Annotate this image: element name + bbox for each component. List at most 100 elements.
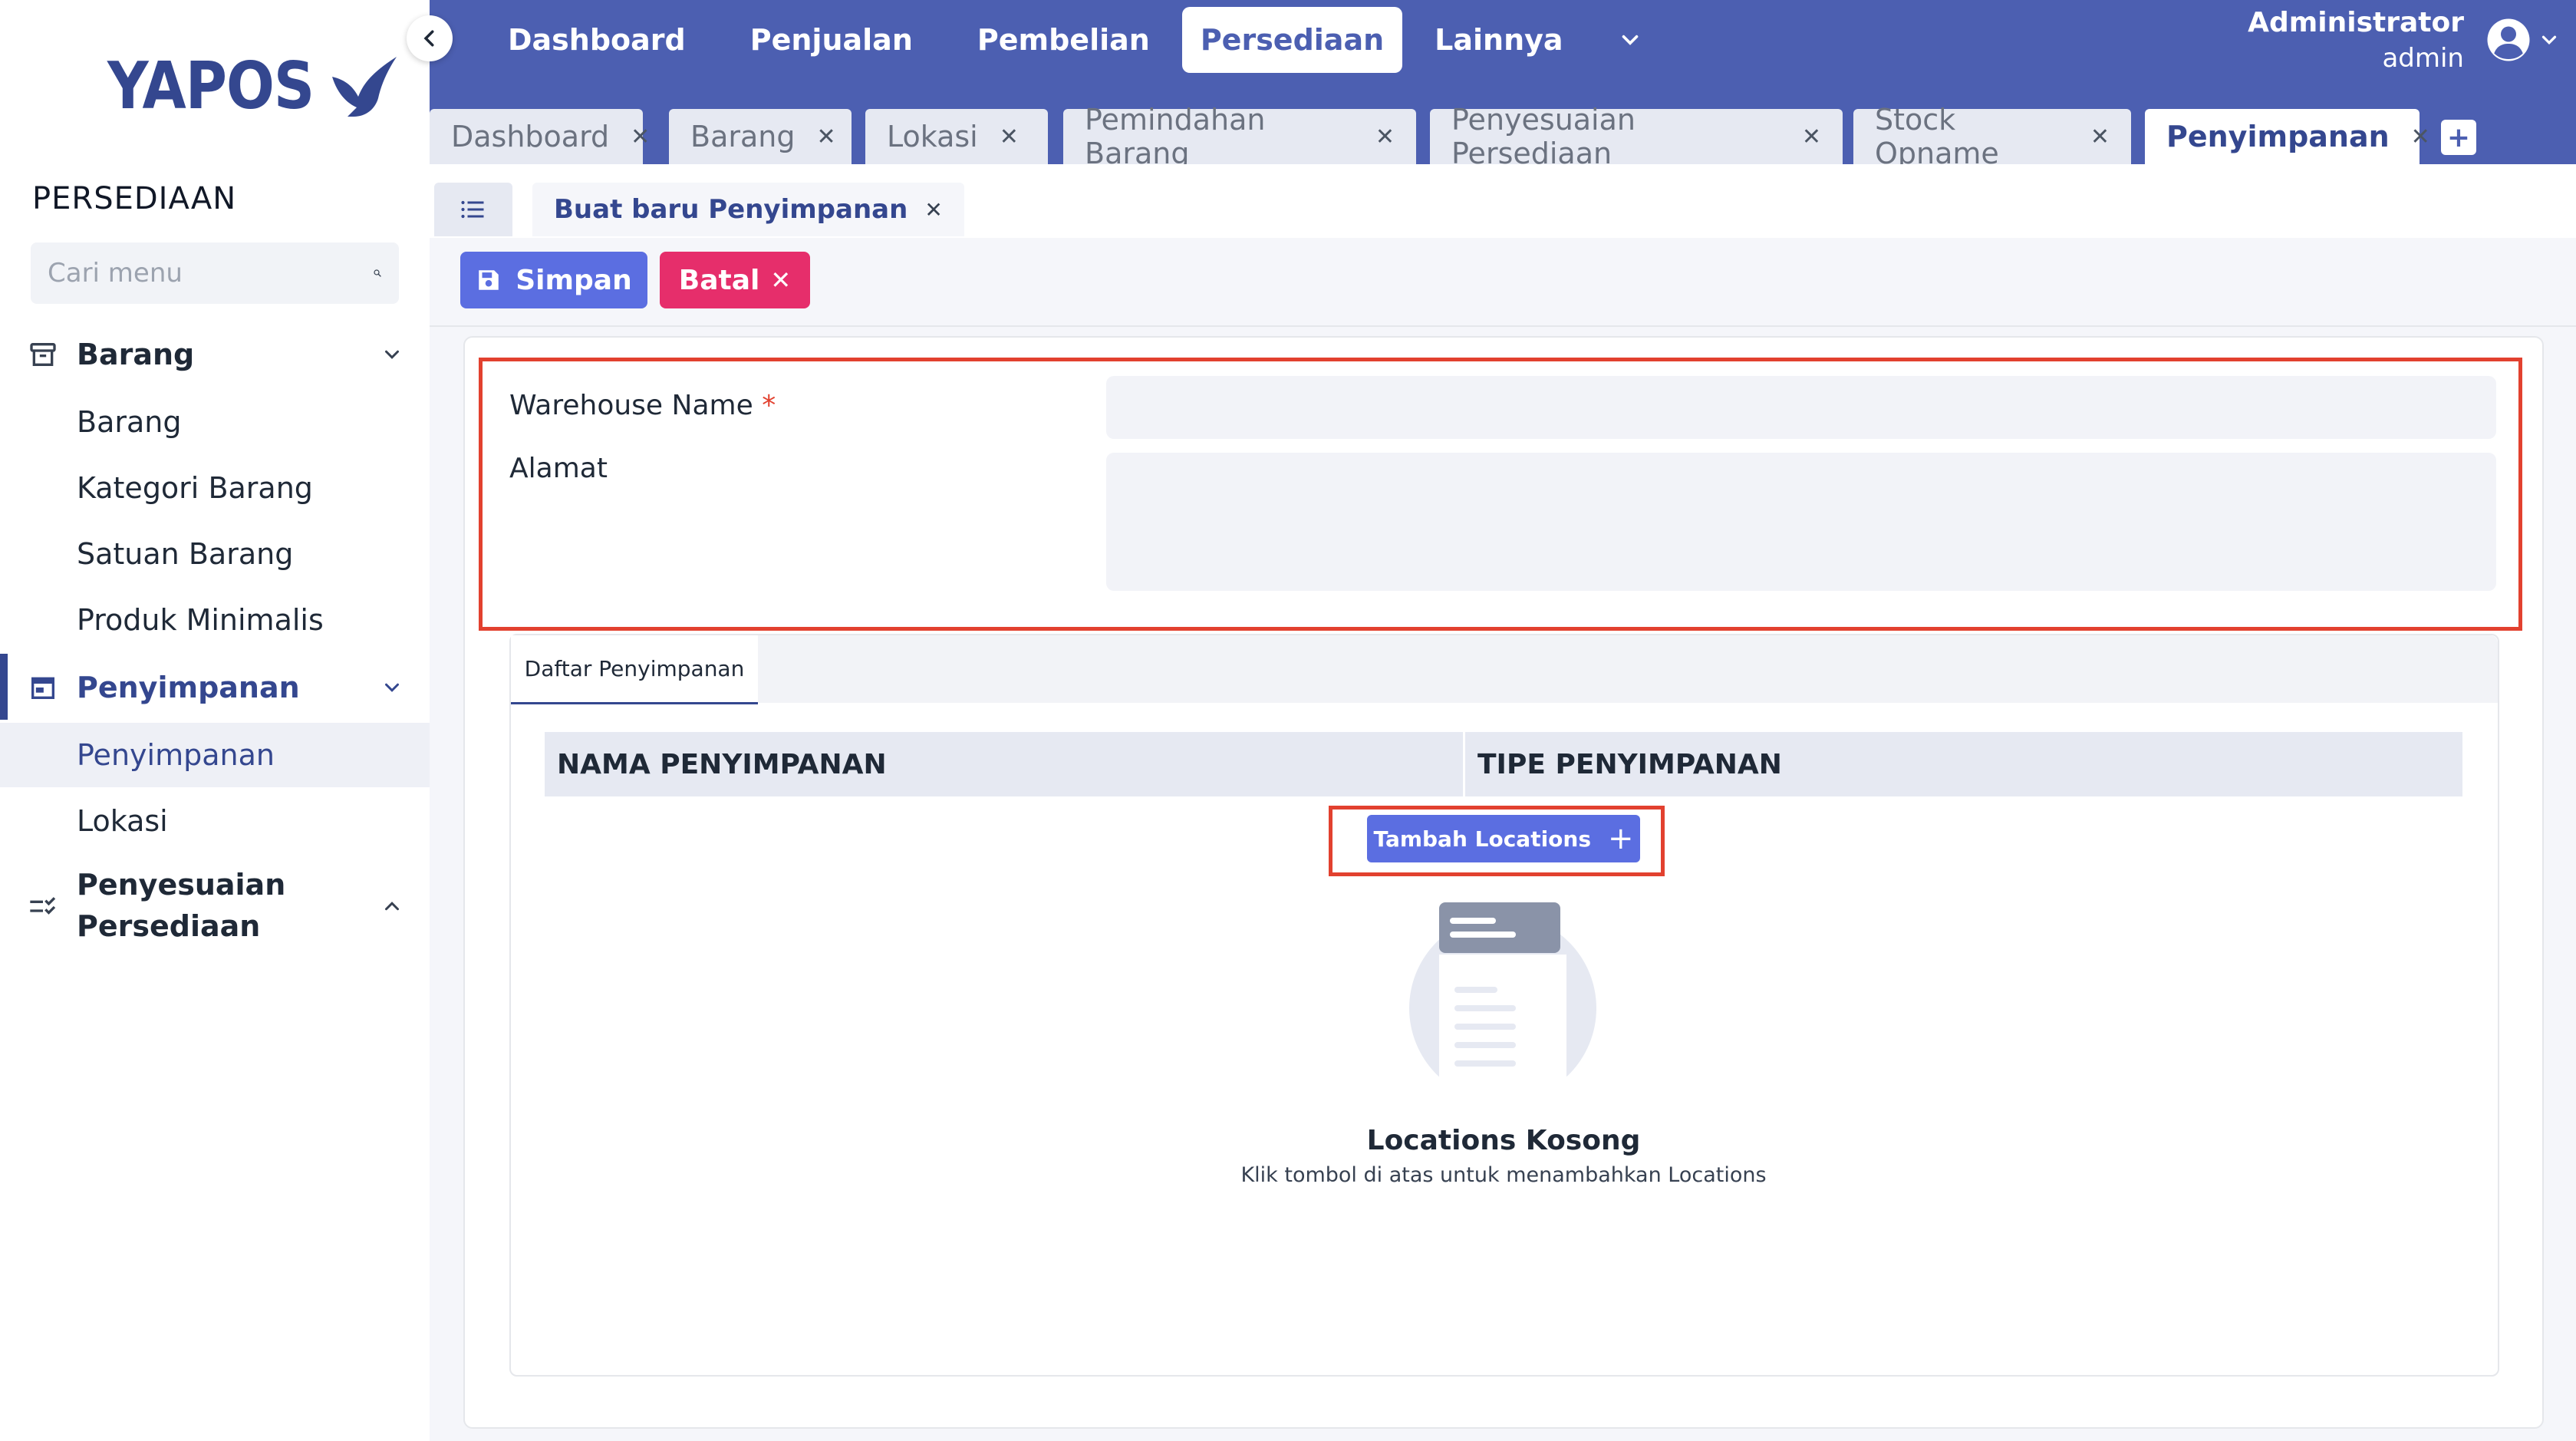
tab-label: Stock Opname — [1875, 103, 1999, 170]
empty-state-title: Locations Kosong — [1366, 1125, 1641, 1156]
chevron-down-icon — [1622, 35, 1638, 45]
sidebar-group-label: Barang — [77, 338, 195, 371]
tab-label: Penyesuaian Persediaan — [1451, 103, 1636, 170]
top-menu-dashboard[interactable]: Dashboard — [476, 7, 718, 73]
top-navbar: Dashboard Penjualan Pembelian Persediaan… — [430, 0, 2576, 87]
tab-penyesuaian-persediaan[interactable]: Penyesuaian Persediaan ✕ — [1430, 103, 1843, 170]
tab-close-icon[interactable]: ✕ — [2411, 124, 2430, 150]
tab-label: Penyimpanan — [2166, 120, 2390, 153]
top-menu-penjualan[interactable]: Penjualan — [718, 7, 945, 73]
top-menu-pembelian[interactable]: Pembelian — [945, 7, 1182, 73]
list-icon — [461, 200, 484, 219]
warehouse-name-label-text: Warehouse Name — [509, 390, 753, 421]
chevron-down-icon[interactable] — [2538, 28, 2561, 51]
chevron-up-icon — [385, 902, 399, 911]
top-menu-lainnya[interactable]: Lainnya — [1402, 7, 1595, 73]
tab-close-icon[interactable]: ✕ — [1375, 124, 1395, 150]
sidebar-item-label: Produk Minimalis — [77, 603, 324, 637]
save-icon — [479, 270, 499, 290]
user-info: Administrator admin — [2248, 5, 2464, 75]
section-title: PERSEDIAAN — [32, 181, 237, 216]
sub-tab-label: Buat baru Penyimpanan — [554, 194, 908, 225]
list-view-button[interactable] — [434, 183, 512, 236]
sub-tab-close-icon[interactable]: ✕ — [924, 197, 942, 223]
sidebar-group-penyesuaian-persediaan[interactable]: Penyesuaian Persediaan — [0, 861, 430, 953]
tab-close-icon[interactable]: ✕ — [2090, 124, 2110, 150]
tab-barang[interactable]: Barang ✕ — [669, 109, 852, 164]
sidebar-item-produk-minimalis[interactable]: Produk Minimalis — [0, 588, 430, 652]
sidebar-item-label: Lokasi — [77, 804, 168, 838]
tab-close-icon[interactable]: ✕ — [1802, 124, 1821, 150]
sidebar-item-label: Penyimpanan — [77, 738, 275, 772]
store-icon — [31, 677, 54, 699]
checklist-icon — [30, 897, 56, 915]
tab-label: Barang — [690, 120, 796, 153]
cancel-button-label: Batal — [678, 264, 760, 296]
sidebar-item-kategori-barang[interactable]: Kategori Barang — [0, 456, 430, 520]
add-locations-button[interactable]: Tambah Locations + — [1367, 815, 1640, 862]
locations-tab-bar — [511, 635, 2498, 703]
user-name: Administrator — [2248, 7, 2464, 38]
tab-close-icon[interactable]: ✕ — [1000, 124, 1019, 150]
sidebar-item-lokasi[interactable]: Lokasi — [0, 789, 430, 853]
sidebar-group-label-line1: Penyesuaian — [77, 868, 286, 902]
tab-dashboard[interactable]: Dashboard ✕ — [430, 109, 650, 164]
column-header-nama: NAMA PENYIMPANAN — [545, 732, 1465, 796]
user-menu[interactable]: Administrator admin — [2248, 0, 2576, 80]
sidebar-group-label-line2: Persediaan — [77, 909, 261, 943]
archive-icon — [30, 343, 56, 366]
sidebar-item-label: Barang — [77, 405, 182, 439]
document-tabs: Dashboard ✕ Barang ✕ Lokasi ✕ Pemindahan… — [430, 87, 2576, 170]
tab-lokasi[interactable]: Lokasi ✕ — [865, 109, 1048, 164]
address-input[interactable] — [1106, 453, 2496, 591]
sidebar: YAPOS PERSEDIAAN Barang Barang Kategori … — [0, 0, 430, 1441]
tab-pemindahan-barang[interactable]: Pemindahan Barang ✕ — [1063, 103, 1416, 170]
empty-document-icon — [1409, 902, 1596, 1087]
save-button[interactable]: Simpan — [460, 252, 647, 308]
search-icon[interactable] — [373, 262, 382, 285]
tab-close-icon[interactable]: ✕ — [816, 124, 835, 150]
user-avatar-icon[interactable] — [2485, 17, 2532, 63]
user-role: admin — [2382, 43, 2464, 74]
warehouse-name-input[interactable] — [1106, 376, 2496, 439]
add-tab-button[interactable]: + — [2441, 120, 2476, 155]
sidebar-group-barang[interactable]: Barang — [0, 324, 430, 385]
column-header-tipe: TIPE PENYIMPANAN — [1477, 748, 1782, 780]
sidebar-item-label: Satuan Barang — [77, 537, 294, 571]
warehouse-name-label: Warehouse Name * — [509, 390, 776, 421]
cancel-button[interactable]: Batal ✕ — [660, 252, 810, 308]
bird-logo-icon — [332, 57, 397, 117]
menu-search — [31, 242, 399, 304]
sidebar-group-penyimpanan[interactable]: Penyimpanan — [0, 657, 430, 718]
logo-text: YAPOS — [107, 48, 315, 124]
top-menu: Dashboard Penjualan Pembelian Persediaan… — [476, 0, 1665, 80]
empty-state-subtitle: Klik tombol di atas untuk menambahkan Lo… — [1240, 1163, 1767, 1187]
menu-search-input[interactable] — [48, 258, 373, 289]
more-menu-button[interactable] — [1596, 7, 1665, 73]
sidebar-item-barang[interactable]: Barang — [0, 390, 430, 454]
tab-label: Lokasi — [887, 120, 978, 153]
chevron-down-icon — [385, 350, 399, 359]
sub-tab-create-penyimpanan[interactable]: Buat baru Penyimpanan ✕ — [532, 183, 964, 236]
collapse-sidebar-button[interactable] — [407, 15, 453, 61]
add-locations-label: Tambah Locations — [1373, 826, 1592, 852]
app-logo[interactable]: YAPOS — [107, 48, 400, 124]
tab-stock-opname[interactable]: Stock Opname ✕ — [1853, 103, 2131, 170]
tab-daftar-penyimpanan[interactable]: Daftar Penyimpanan — [511, 635, 758, 704]
close-icon: ✕ — [770, 265, 792, 295]
sidebar-item-label: Kategori Barang — [77, 471, 313, 505]
tab-penyimpanan[interactable]: Penyimpanan ✕ — [2145, 109, 2430, 164]
top-menu-persediaan[interactable]: Persediaan — [1181, 7, 1403, 73]
sidebar-item-penyimpanan[interactable]: Penyimpanan — [0, 723, 430, 787]
tab-label: Pemindahan Barang — [1085, 103, 1266, 170]
tab-label: Dashboard — [451, 120, 610, 153]
save-button-label: Simpan — [516, 264, 632, 296]
chevron-left-icon — [423, 30, 434, 47]
sidebar-item-satuan-barang[interactable]: Satuan Barang — [0, 522, 430, 586]
tab-close-icon[interactable]: ✕ — [631, 124, 650, 150]
sidebar-group-label: Penyimpanan — [77, 671, 300, 704]
required-mark: * — [762, 390, 776, 421]
plus-icon: + — [1608, 821, 1634, 856]
sidebar-group-label: Penyesuaian Persediaan — [77, 864, 285, 947]
address-label: Alamat — [509, 453, 608, 484]
